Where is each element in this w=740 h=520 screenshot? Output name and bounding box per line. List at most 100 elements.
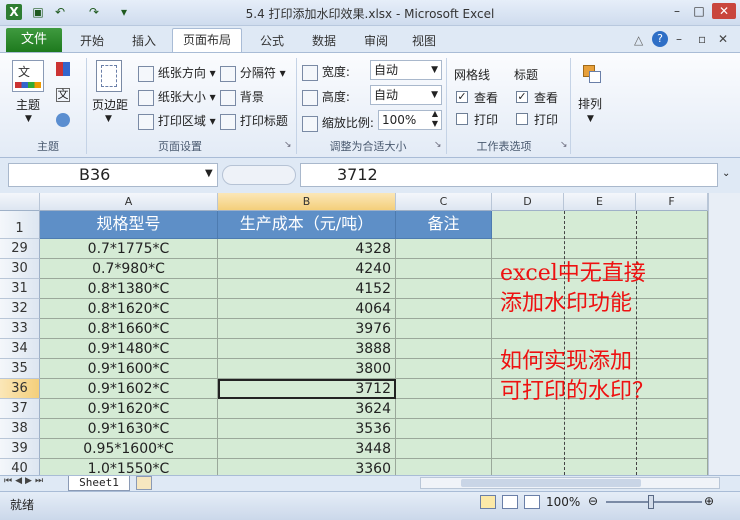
header-cell-spec[interactable]: 规格型号 [40, 211, 218, 239]
size-button[interactable]: 纸张大小 ▾ [138, 88, 216, 106]
cell-cost[interactable]: 3800 [218, 359, 396, 379]
cell-cost[interactable]: 3360 [218, 459, 396, 475]
gridlines-view-checkbox[interactable]: ✓ [456, 91, 468, 103]
tab-formulas[interactable]: 公式 [252, 32, 292, 50]
cell-spec[interactable]: 0.9*1600*C [40, 359, 218, 379]
tab-home[interactable]: 开始 [72, 32, 112, 50]
cell-cost[interactable]: 4328 [218, 239, 396, 259]
insert-sheet-icon[interactable] [136, 476, 152, 490]
cell-spec[interactable]: 0.9*1602*C [40, 379, 218, 399]
zoom-slider-thumb[interactable] [648, 495, 654, 509]
page-break-view-icon[interactable] [524, 495, 540, 509]
sheet-tab-sheet1[interactable]: Sheet1 [68, 476, 130, 491]
height-select[interactable]: 自动 ▼ [370, 85, 442, 105]
row-header[interactable]: 31 [0, 279, 40, 299]
sheet-nav-arrows-icon[interactable]: ⏮◀▶⏭ [4, 476, 46, 486]
tab-file[interactable]: 文件 [6, 28, 62, 52]
close-icon[interactable]: ✕ [712, 3, 736, 19]
print-area-button[interactable]: 打印区域 ▾ [138, 112, 216, 130]
cell-spec[interactable]: 0.9*1620*C [40, 399, 218, 419]
empty-cells[interactable] [492, 419, 708, 439]
expand-formula-icon[interactable]: ⌄ [722, 168, 730, 179]
row-header[interactable]: 35 [0, 359, 40, 379]
zoom-slider[interactable] [606, 501, 702, 503]
workbook-minimize-icon[interactable]: – [676, 32, 682, 46]
cell-spec[interactable]: 0.7*1775*C [40, 239, 218, 259]
cell-spec[interactable]: 0.8*1380*C [40, 279, 218, 299]
workbook-close-icon[interactable]: ✕ [718, 32, 728, 46]
vertical-scrollbar[interactable] [708, 193, 740, 475]
select-all-corner[interactable] [0, 193, 40, 211]
formula-input[interactable]: 3712 [300, 163, 718, 187]
arrange-button[interactable]: 排列 [578, 95, 602, 112]
empty-cells[interactable] [492, 439, 708, 459]
headings-print-checkbox[interactable] [516, 113, 528, 125]
zoom-out-icon[interactable]: ⊖ [588, 494, 598, 508]
width-select[interactable]: 自动 ▼ [370, 60, 442, 80]
tab-review[interactable]: 审阅 [356, 32, 396, 50]
row-header[interactable]: 33 [0, 319, 40, 339]
maximize-icon[interactable]: □ [690, 3, 708, 19]
print-titles-button[interactable]: 打印标题 [220, 112, 288, 130]
row-header[interactable]: 38 [0, 419, 40, 439]
cell-cost[interactable]: 3888 [218, 339, 396, 359]
horizontal-scrollbar[interactable] [420, 477, 720, 489]
chevron-down-icon[interactable]: ▼ [205, 168, 213, 179]
minimize-icon[interactable]: – [668, 3, 686, 19]
scale-spinner[interactable]: 100% ▲ ▼ [378, 109, 442, 130]
column-header-a[interactable]: A [40, 193, 218, 211]
dialog-launcher-icon[interactable]: ↘ [560, 140, 568, 150]
cell-notes[interactable] [396, 279, 492, 299]
gridlines-print-checkbox[interactable] [456, 113, 468, 125]
row-header[interactable]: 29 [0, 239, 40, 259]
cell-notes[interactable] [396, 359, 492, 379]
empty-cells[interactable] [492, 319, 708, 339]
background-button[interactable]: 背景 [220, 88, 264, 106]
arrange-icon[interactable] [580, 62, 604, 86]
tab-data[interactable]: 数据 [304, 32, 344, 50]
theme-fonts-icon[interactable]: 文 [56, 88, 70, 102]
row-header[interactable]: 32 [0, 299, 40, 319]
header-cell-cost[interactable]: 生产成本（元/吨） [218, 211, 396, 239]
cell-spec[interactable]: 0.9*1480*C [40, 339, 218, 359]
zoom-level[interactable]: 100% [546, 495, 580, 509]
cell-spec[interactable]: 1.0*1550*C [40, 459, 218, 475]
cell-spec[interactable]: 0.8*1620*C [40, 299, 218, 319]
row-header[interactable]: 39 [0, 439, 40, 459]
cell-notes[interactable] [396, 459, 492, 475]
cell-cost[interactable]: 4064 [218, 299, 396, 319]
cell-cost[interactable]: 3624 [218, 399, 396, 419]
orientation-button[interactable]: 纸张方向 ▾ [138, 64, 216, 82]
cell-notes[interactable] [396, 399, 492, 419]
column-header-c[interactable]: C [396, 193, 492, 211]
tab-page-layout[interactable]: 页面布局 [172, 28, 242, 52]
cell-spec[interactable]: 0.95*1600*C [40, 439, 218, 459]
cell-notes[interactable] [396, 419, 492, 439]
column-header-f[interactable]: F [636, 193, 708, 211]
themes-button[interactable]: 主题 [16, 96, 40, 113]
cell-notes[interactable] [396, 339, 492, 359]
cell-cost[interactable]: 3976 [218, 319, 396, 339]
empty-cells[interactable] [492, 459, 708, 475]
theme-effects-icon[interactable] [56, 113, 70, 127]
row-header[interactable]: 36 [0, 379, 40, 399]
header-cell-notes[interactable]: 备注 [396, 211, 492, 239]
column-header-e[interactable]: E [564, 193, 636, 211]
row-header[interactable]: 37 [0, 399, 40, 419]
column-header-b[interactable]: B [218, 193, 396, 211]
tab-view[interactable]: 视图 [404, 32, 444, 50]
cell-cost[interactable]: 3448 [218, 439, 396, 459]
margins-button[interactable]: 页边距 [92, 96, 128, 113]
cell-spec[interactable]: 0.7*980*C [40, 259, 218, 279]
cell-notes[interactable] [396, 379, 492, 399]
name-box[interactable]: B36 [8, 163, 218, 187]
cell-cost[interactable]: 3536 [218, 419, 396, 439]
cell-notes[interactable] [396, 319, 492, 339]
spinner-arrows-icon[interactable]: ▲ ▼ [432, 109, 438, 129]
row-header[interactable]: 40 [0, 459, 40, 475]
workbook-restore-icon[interactable]: ▫ [698, 32, 706, 46]
tab-insert[interactable]: 插入 [124, 32, 164, 50]
normal-view-icon[interactable] [480, 495, 496, 509]
margins-icon[interactable] [96, 60, 122, 92]
row-header[interactable]: 1 [0, 211, 40, 239]
